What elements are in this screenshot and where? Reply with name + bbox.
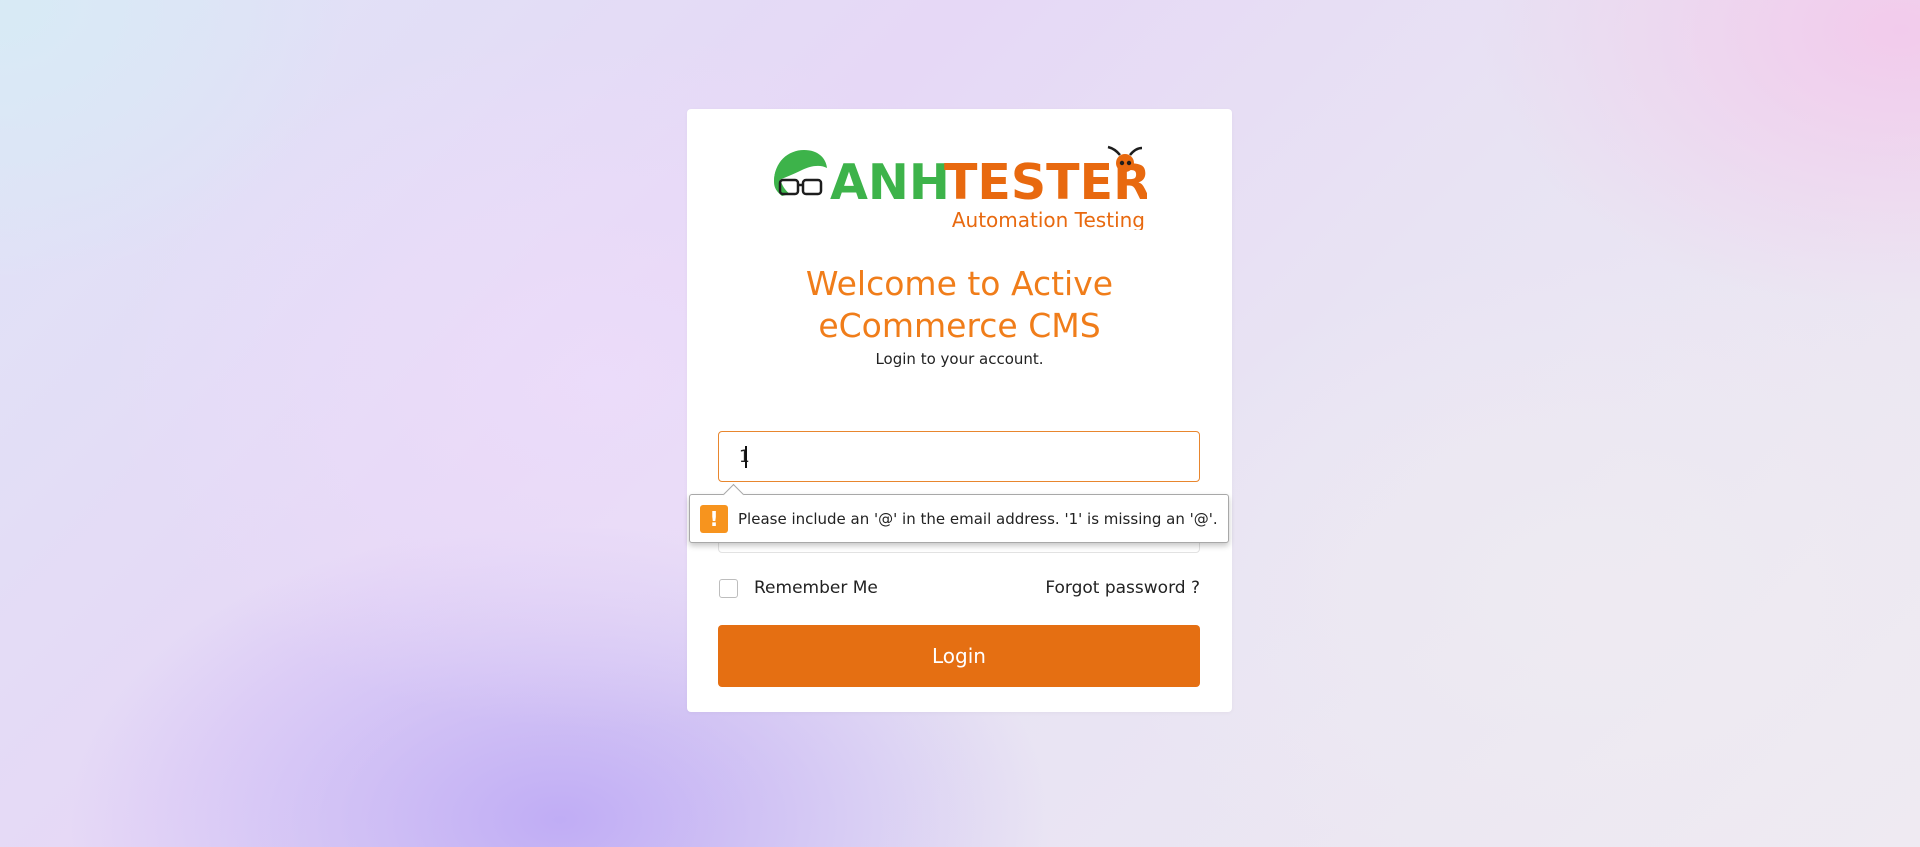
validation-tooltip: ! Please include an '@' in the email add… <box>689 483 1229 543</box>
brand-logo: ANH TESTER Automation Testing <box>772 144 1147 230</box>
warning-icon: ! <box>700 504 728 533</box>
text-cursor <box>745 446 747 468</box>
tooltip-arrow <box>722 483 745 506</box>
login-card: ANH TESTER Automation Testing Welcome to… <box>687 109 1232 712</box>
anhtester-logo-icon: ANH TESTER Automation Testing <box>774 145 1147 230</box>
login-subtitle: Login to your account. <box>875 350 1044 368</box>
welcome-heading: Welcome to Active eCommerce CMS <box>687 263 1232 347</box>
welcome-line-2: eCommerce CMS <box>818 306 1101 345</box>
validation-message: Please include an '@' in the email addre… <box>738 509 1218 528</box>
forgot-password-link[interactable]: Forgot password ? <box>1045 578 1200 598</box>
email-field[interactable] <box>718 431 1200 482</box>
remember-me-label[interactable]: Remember Me <box>754 578 878 598</box>
logo-text-anh: ANH <box>830 154 950 211</box>
remember-me-checkbox[interactable] <box>719 579 738 598</box>
logo-tagline: Automation Testing <box>952 208 1145 230</box>
welcome-line-1: Welcome to Active <box>805 264 1114 303</box>
login-button[interactable]: Login <box>718 625 1200 687</box>
